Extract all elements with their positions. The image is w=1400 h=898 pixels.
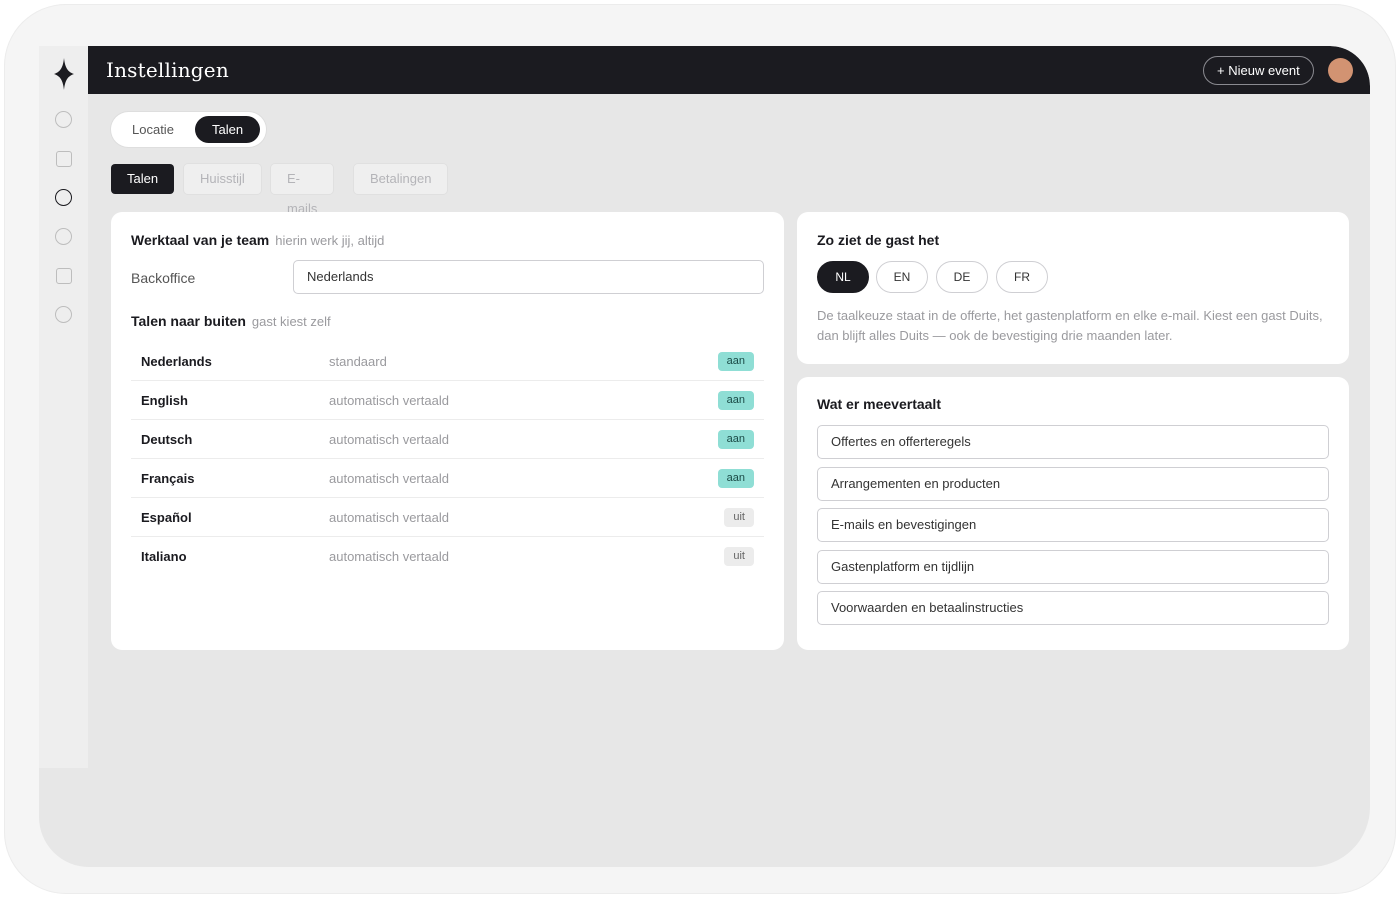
- preview-lang-de-button[interactable]: DE: [936, 261, 988, 293]
- tab-emails[interactable]: E-mails: [271, 164, 334, 216]
- backoffice-language-select[interactable]: Nederlands: [293, 260, 764, 294]
- language-toggle[interactable]: aan: [717, 391, 754, 410]
- werktaal-subtitle: hierin werk jij, altijd: [275, 233, 385, 248]
- logo-star-icon[interactable]: [54, 58, 74, 90]
- nav-square-icon[interactable]: [56, 151, 72, 167]
- page-title: Instellingen: [106, 58, 229, 82]
- tab-huisstijl[interactable]: Huisstijl: [184, 164, 261, 194]
- nav-circle-icon[interactable]: [55, 306, 72, 323]
- preview-lang-fr-button[interactable]: FR: [996, 261, 1048, 293]
- translated-items-card: Wat er meevertaalt Offertes en offertere…: [797, 377, 1349, 650]
- gast-title: Zo ziet de gast het: [817, 232, 940, 248]
- language-row: Nederlands standaard aan: [131, 342, 764, 381]
- language-toggle[interactable]: uit: [724, 508, 754, 527]
- external-languages-list: Nederlands standaard aan English automat…: [131, 342, 764, 576]
- tab-talen[interactable]: Talen: [111, 164, 175, 194]
- segment-talen[interactable]: Talen: [195, 116, 261, 143]
- language-toggle[interactable]: aan: [717, 430, 754, 449]
- list-item: Offertes en offerteregels: [817, 425, 1329, 459]
- language-row: Italiano automatisch vertaald uit: [131, 537, 764, 576]
- language-toggle[interactable]: aan: [717, 469, 754, 488]
- meevertaalt-title: Wat er meevertaalt: [817, 396, 941, 412]
- talen-buiten-subtitle: gast kiest zelf: [251, 314, 331, 329]
- gast-description: De taalkeuze staat in de offerte, het ga…: [817, 308, 1323, 343]
- sidebar: [39, 46, 88, 768]
- werktaal-title: Werktaal van je team: [131, 232, 270, 248]
- guest-preview-card: Zo ziet de gast het NL EN DE FR De taalk…: [797, 212, 1349, 364]
- nav-square-icon[interactable]: [56, 268, 72, 284]
- device-frame: Instellingen + Nieuw event Locatie Talen…: [4, 4, 1396, 894]
- backoffice-label: Backoffice: [131, 270, 196, 286]
- language-name: Nederlands: [141, 354, 212, 369]
- new-event-button[interactable]: + Nieuw event: [1203, 56, 1314, 85]
- translated-items-list: Offertes en offerteregels Arrangementen …: [817, 425, 1329, 633]
- language-row: Español automatisch vertaald uit: [131, 498, 764, 537]
- language-mode: automatisch vertaald: [329, 471, 449, 486]
- list-item: Voorwaarden en betaalinstructies: [817, 591, 1329, 625]
- talen-buiten-heading: Talen naar buiten gast kiest zelf: [131, 313, 331, 329]
- tab-betalingen[interactable]: Betalingen: [354, 164, 448, 194]
- top-bar: Instellingen + Nieuw event: [88, 46, 1370, 94]
- nav-circle-icon[interactable]: [55, 111, 72, 128]
- language-toggle[interactable]: aan: [717, 352, 754, 371]
- language-mode: automatisch vertaald: [329, 432, 449, 447]
- talen-buiten-title: Talen naar buiten: [131, 313, 246, 329]
- list-item: E-mails en bevestigingen: [817, 508, 1329, 542]
- nav-circle-active-icon[interactable]: [55, 189, 72, 206]
- avatar[interactable]: [1328, 58, 1353, 83]
- preview-lang-en-button[interactable]: EN: [876, 261, 928, 293]
- language-mode: automatisch vertaald: [329, 510, 449, 525]
- list-item: Gastenplatform en tijdlijn: [817, 549, 1329, 584]
- language-mode: automatisch vertaald: [329, 549, 449, 564]
- nav-circle-icon[interactable]: [55, 228, 72, 245]
- segment-locatie[interactable]: Locatie: [115, 116, 191, 143]
- language-name: English: [141, 393, 188, 408]
- language-name: Deutsch: [141, 432, 193, 447]
- language-name: Français: [141, 471, 195, 486]
- language-name: Italiano: [141, 549, 187, 564]
- language-toggle[interactable]: uit: [724, 547, 754, 566]
- language-name: Español: [141, 510, 192, 525]
- language-row: Français automatisch vertaald aan: [131, 459, 764, 498]
- location-language-toggle: Locatie Talen: [111, 112, 266, 147]
- werktaal-heading: Werktaal van je team hierin werk jij, alt…: [131, 232, 384, 248]
- language-mode: automatisch vertaald: [329, 393, 449, 408]
- language-row: Deutsch automatisch vertaald aan: [131, 420, 764, 459]
- language-row: English automatisch vertaald aan: [131, 381, 764, 420]
- language-mode: standaard: [329, 354, 387, 369]
- language-settings-card: Werktaal van je team hierin werk jij, alt…: [111, 212, 784, 650]
- preview-lang-nl-button[interactable]: NL: [817, 261, 869, 293]
- app-screen: Instellingen + Nieuw event Locatie Talen…: [39, 46, 1370, 867]
- list-item: Arrangementen en producten: [817, 466, 1329, 501]
